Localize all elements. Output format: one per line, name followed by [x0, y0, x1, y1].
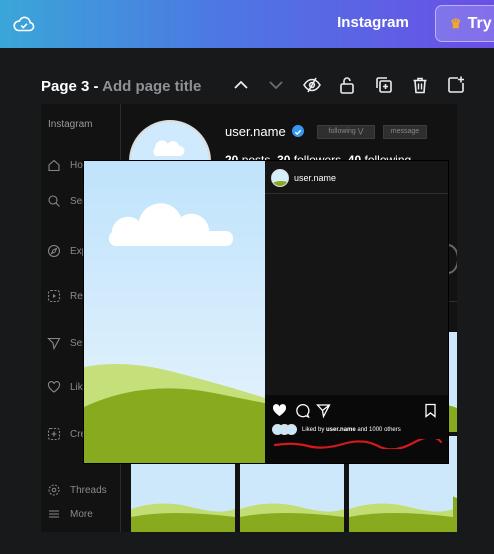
post-image[interactable]: [84, 161, 265, 463]
following-button-label: following: [328, 128, 356, 135]
reels-icon: [47, 289, 61, 303]
grid-thumbnail[interactable]: [349, 461, 453, 532]
crown-icon: ♛: [450, 15, 462, 31]
threads-icon: [48, 484, 60, 496]
create-icon: [47, 427, 61, 441]
send-icon: [47, 337, 61, 350]
add-page-icon[interactable]: [446, 75, 466, 95]
duplicate-page-icon[interactable]: [374, 75, 394, 95]
following-button[interactable]: following ⋁: [317, 125, 375, 139]
cloud-sync-icon[interactable]: [12, 12, 36, 36]
page-header: Page 3 - Add page title: [0, 48, 494, 104]
chevron-down-icon[interactable]: [266, 75, 286, 95]
post-user-avatar[interactable]: [271, 169, 289, 187]
chevron-up-icon[interactable]: [231, 75, 251, 95]
page-title[interactable]: Page 3 - Add page title: [41, 78, 201, 95]
red-scribble-annotation: [273, 439, 443, 449]
search-icon: [48, 195, 60, 207]
message-button[interactable]: message: [383, 125, 427, 139]
liked-by-user[interactable]: user.name: [326, 427, 356, 433]
liked-by-suffix: and 1000 others: [355, 426, 401, 433]
share-icon[interactable]: [316, 403, 331, 419]
comment-icon[interactable]: [295, 403, 310, 419]
grid-thumbnail[interactable]: [131, 461, 235, 532]
likes-text: Liked by user.name and 1000 others: [302, 427, 401, 433]
heart-icon: [47, 381, 61, 393]
grid-thumbnail[interactable]: [240, 461, 344, 532]
try-label: Try: [467, 14, 492, 32]
lock-icon[interactable]: [337, 75, 357, 95]
profile-username: user.name: [225, 124, 286, 139]
nav-item-threads[interactable]: Threads: [47, 483, 107, 497]
likes-summary: Liked by user.name and 1000 others: [272, 424, 401, 435]
compass-icon: [47, 244, 61, 258]
nav-item-more[interactable]: More: [47, 507, 93, 521]
bookmark-icon[interactable]: [423, 403, 438, 418]
page-number: Page 3 -: [41, 78, 103, 95]
trash-icon[interactable]: [410, 75, 430, 95]
post-actions-bar: Liked by user.name and 1000 others: [265, 395, 448, 463]
hide-icon[interactable]: [302, 75, 322, 95]
post-divider: [265, 193, 448, 194]
try-pro-button[interactable]: ♛ Try: [435, 5, 494, 42]
document-title[interactable]: Instagram: [318, 14, 428, 31]
home-icon: [48, 159, 60, 172]
menu-icon: [49, 510, 59, 518]
liker-avatar: [286, 424, 297, 435]
nav-label: Threads: [70, 484, 107, 496]
liked-by-prefix: Liked by: [302, 426, 327, 433]
post-popup[interactable]: user.name Liked by user.name and 1000 ot…: [84, 161, 448, 463]
post-details: user.name Liked by user.name and 1000 ot…: [265, 161, 448, 463]
like-heart-icon[interactable]: [272, 403, 287, 418]
verified-badge-icon: [292, 125, 304, 137]
top-toolbar: Instagram ♛ Try: [0, 0, 494, 48]
post-username[interactable]: user.name: [294, 173, 336, 183]
ig-logo: Instagram: [48, 119, 93, 130]
nav-label: More: [70, 508, 93, 520]
page-title-placeholder[interactable]: Add page title: [102, 78, 201, 95]
